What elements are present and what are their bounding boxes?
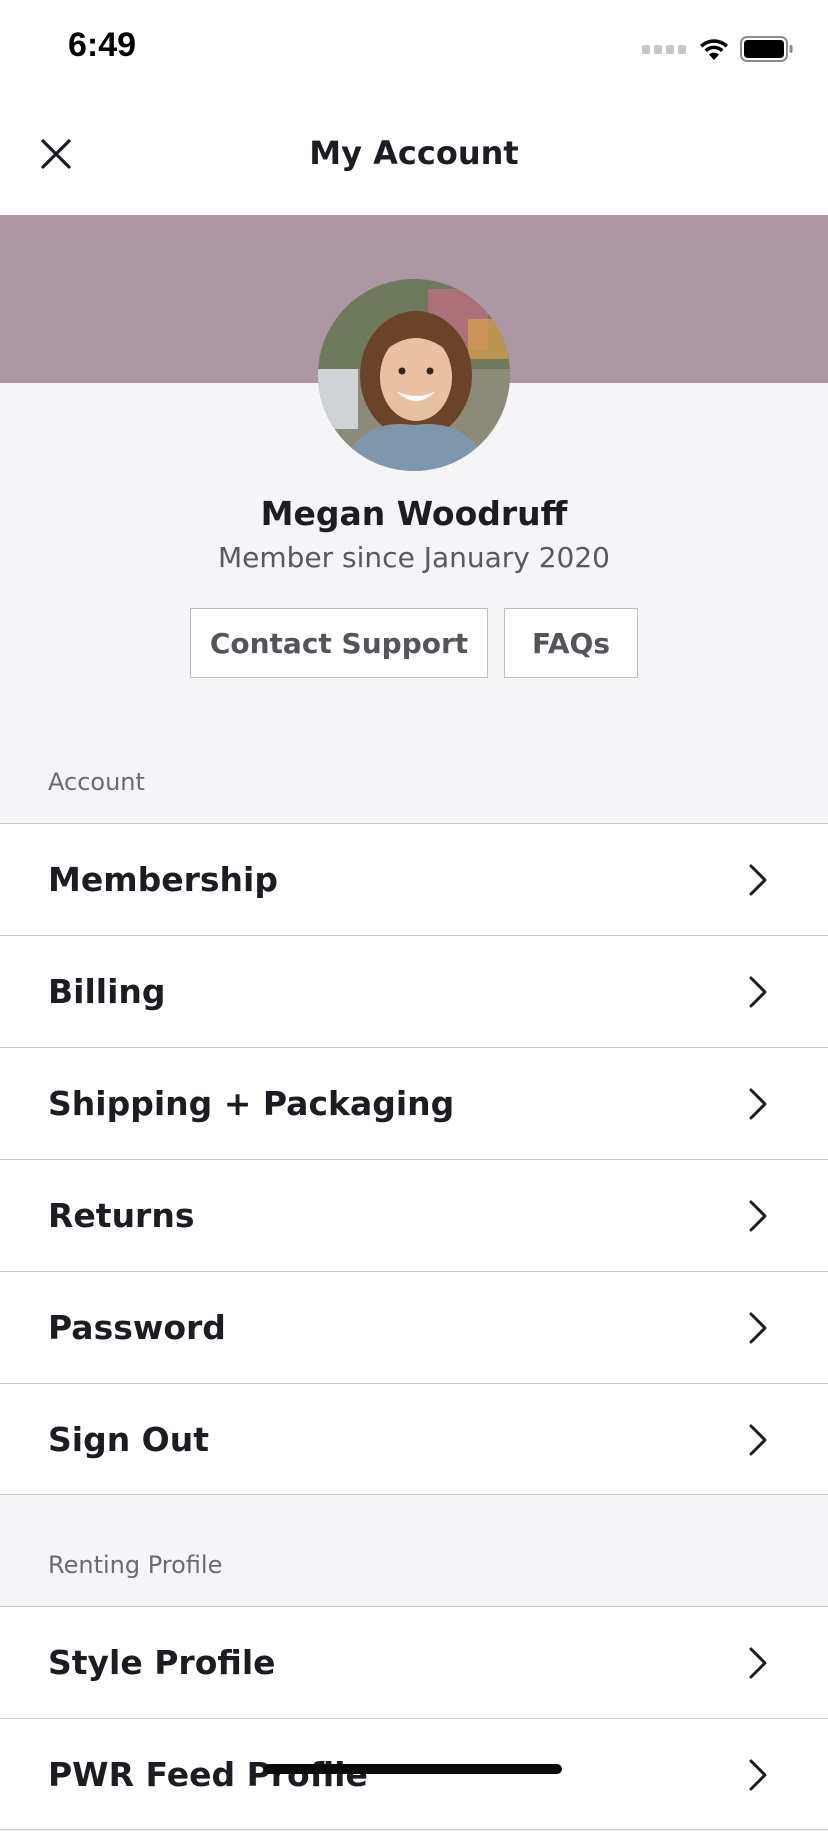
list-item-label: Sign Out <box>48 1420 210 1459</box>
chevron-right-icon <box>749 1759 767 1791</box>
contact-support-button[interactable]: Contact Support <box>190 608 488 678</box>
chevron-right-icon <box>749 1200 767 1232</box>
renting-profile-list: Style Profile PWR Feed Profile <box>0 1606 828 1830</box>
chevron-right-icon <box>749 1312 767 1344</box>
list-item-returns[interactable]: Returns <box>0 1159 828 1271</box>
list-item-membership[interactable]: Membership <box>0 823 828 935</box>
list-item-password[interactable]: Password <box>0 1271 828 1383</box>
home-indicator <box>264 1764 562 1774</box>
status-icons <box>642 34 794 64</box>
list-item-label: PWR Feed Profile <box>48 1755 368 1794</box>
section-label-account: Account <box>48 768 145 796</box>
chevron-right-icon <box>749 864 767 896</box>
list-item-shipping-packaging[interactable]: Shipping + Packaging <box>0 1047 828 1159</box>
list-item-label: Password <box>48 1308 226 1347</box>
account-list: Membership Billing Shipping + Packaging … <box>0 823 828 1495</box>
chevron-right-icon <box>749 976 767 1008</box>
avatar <box>318 279 510 471</box>
faqs-button[interactable]: FAQs <box>504 608 638 678</box>
nav-bar: My Account <box>0 96 828 215</box>
list-item-pwr-feed-profile[interactable]: PWR Feed Profile <box>0 1718 828 1830</box>
chevron-right-icon <box>749 1424 767 1456</box>
list-item-label: Membership <box>48 860 278 899</box>
status-bar: 6:49 <box>0 0 828 96</box>
signal-icon <box>642 44 686 54</box>
section-label-renting-profile: Renting Profile <box>48 1551 223 1579</box>
list-item-label: Billing <box>48 972 166 1011</box>
member-since-text: Member since January 2020 <box>217 541 610 574</box>
list-item-label: Shipping + Packaging <box>48 1084 455 1123</box>
list-item-label: Returns <box>48 1196 195 1235</box>
battery-icon <box>740 36 793 62</box>
list-item-billing[interactable]: Billing <box>0 935 828 1047</box>
list-item-sign-out[interactable]: Sign Out <box>0 1383 828 1495</box>
list-item-style-profile[interactable]: Style Profile <box>0 1606 828 1718</box>
page-title: My Account <box>309 134 519 172</box>
chevron-right-icon <box>749 1088 767 1120</box>
chevron-right-icon <box>749 1647 767 1679</box>
list-item-label: Style Profile <box>48 1643 276 1682</box>
status-time: 6:49 <box>68 26 137 64</box>
user-name: Megan Woodruff <box>260 494 568 533</box>
wifi-icon <box>700 39 728 60</box>
